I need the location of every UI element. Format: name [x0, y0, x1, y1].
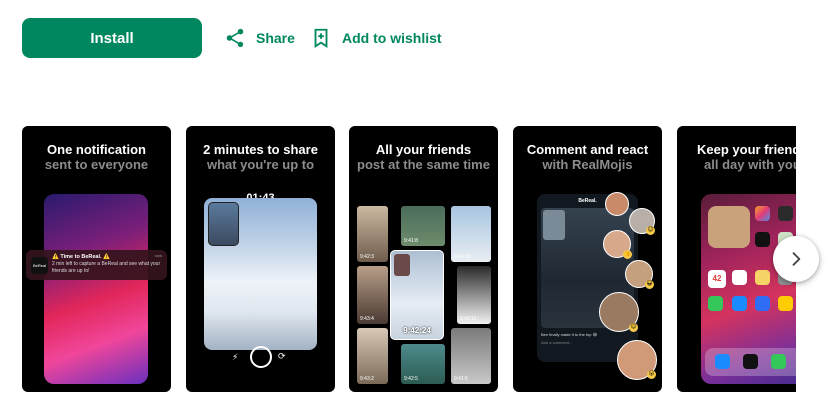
- post-view: BeReal. Ben finally made it to the top 😂…: [537, 194, 638, 362]
- realmoji-badge: 👍: [623, 250, 632, 259]
- carousel-next-button[interactable]: [773, 236, 819, 282]
- camera-app-icon: [778, 206, 793, 221]
- card-title: Keep your friend: [697, 142, 796, 157]
- tile-time: 9:42:03: [454, 254, 471, 260]
- card-subtitle: all day with you: [704, 157, 796, 172]
- friend-tile: 9:43:4: [357, 266, 388, 324]
- card-title: All your friends: [375, 142, 472, 157]
- card-subtitle: post at the same time: [357, 157, 490, 172]
- flip-camera-icon: ⟳: [278, 351, 286, 361]
- share-label: Share: [256, 30, 295, 46]
- notification-banner: BeReal now ⚠️ Time to BeReal. ⚠️ 2 min l…: [26, 250, 167, 280]
- tile-time: 9:42:5: [404, 376, 418, 382]
- install-button[interactable]: Install: [22, 18, 202, 58]
- screenshot-card-timer[interactable]: 2 minutes to share what you're up to 01:…: [186, 126, 335, 392]
- realmoji-avatar: [605, 192, 629, 216]
- screenshot-carousel: One notification sent to everyone BeReal…: [22, 126, 796, 392]
- friend-tile: 9:42:11: [457, 266, 491, 324]
- app-store-icon: [732, 296, 747, 311]
- notification-title: ⚠️ Time to BeReal. ⚠️: [52, 254, 110, 260]
- shutter-icon: [250, 346, 272, 368]
- tile-time: 9:42:11: [460, 316, 477, 322]
- dock: [705, 348, 796, 376]
- card-subtitle: with RealMojis: [542, 157, 633, 172]
- notification-body: 2 min left to capture a BeReal and see w…: [52, 261, 161, 274]
- friend-tile: 9:42:3: [357, 206, 388, 262]
- featured-post: 9:42:24: [390, 250, 444, 340]
- post-time: 9:42:24: [403, 326, 431, 335]
- bereal-widget: [708, 206, 750, 248]
- card-subtitle: sent to everyone: [44, 157, 149, 172]
- screenshot-card-notification[interactable]: One notification sent to everyone BeReal…: [22, 126, 171, 392]
- messages-icon: [771, 354, 786, 369]
- bereal-dock-icon: [743, 354, 758, 369]
- friend-tile: 9:43:2: [357, 328, 388, 384]
- selfie-inset: [543, 210, 565, 240]
- realmoji-badge: 😮: [647, 370, 656, 379]
- realmoji-badge: 😀: [645, 280, 654, 289]
- clock-app-icon: [732, 270, 747, 285]
- card-title: One notification: [47, 142, 146, 157]
- tile-time: 9:42:3: [360, 254, 374, 260]
- phone-lockscreen: [44, 194, 148, 384]
- tile-time: 9:41:8: [404, 238, 418, 244]
- safari-icon: [715, 354, 730, 369]
- friend-tile: 9:41:8: [401, 206, 445, 246]
- card-title: Comment and react: [526, 142, 649, 157]
- tile-time: 9:43:4: [360, 316, 374, 322]
- phone-homescreen: 42: [701, 194, 796, 384]
- wishlist-label: Add to wishlist: [342, 30, 442, 46]
- friend-tile: 9:41:5: [451, 328, 491, 384]
- bereal-app-icon: BeReal: [31, 257, 48, 274]
- facetime-app-icon: [708, 296, 723, 311]
- calendar-app-icon: 42: [708, 270, 726, 288]
- share-icon: [226, 28, 244, 48]
- friend-tile: 9:42:03: [451, 206, 491, 262]
- realmoji-badge: 😊: [629, 323, 638, 332]
- camera-preview: [204, 198, 317, 350]
- flash-icon: ⚡: [232, 352, 239, 362]
- chevron-right-icon: [792, 252, 801, 266]
- notes2-app-icon: [778, 296, 793, 311]
- selfie-inset: [394, 254, 410, 276]
- photos-app-icon: [755, 206, 770, 221]
- card-title: 2 minutes to share: [203, 142, 318, 157]
- share-button[interactable]: Share: [224, 26, 295, 50]
- screenshot-card-reactions[interactable]: Comment and react with RealMojis BeReal.…: [513, 126, 662, 392]
- card-subtitle: what you're up to: [206, 157, 315, 172]
- notification-time: now: [154, 253, 162, 258]
- bereal-app-icon: [755, 232, 770, 247]
- post-caption: Ben finally made it to the top 😂: [541, 332, 598, 337]
- screenshot-card-friends[interactable]: All your friends post at the same time 9…: [349, 126, 498, 392]
- realmoji-badge: 😊: [646, 226, 655, 235]
- selfie-inset: [208, 202, 239, 246]
- tile-time: 9:43:2: [360, 376, 374, 382]
- bookmark-add-icon: [314, 28, 328, 48]
- add-to-wishlist-button[interactable]: Add to wishlist: [310, 26, 442, 50]
- shop-app-icon: [755, 296, 770, 311]
- notes-app-icon: [755, 270, 770, 285]
- friend-tile: 9:42:5: [401, 344, 445, 384]
- tile-time: 9:41:5: [454, 376, 468, 382]
- comment-prompt: Add a comment...: [541, 340, 573, 345]
